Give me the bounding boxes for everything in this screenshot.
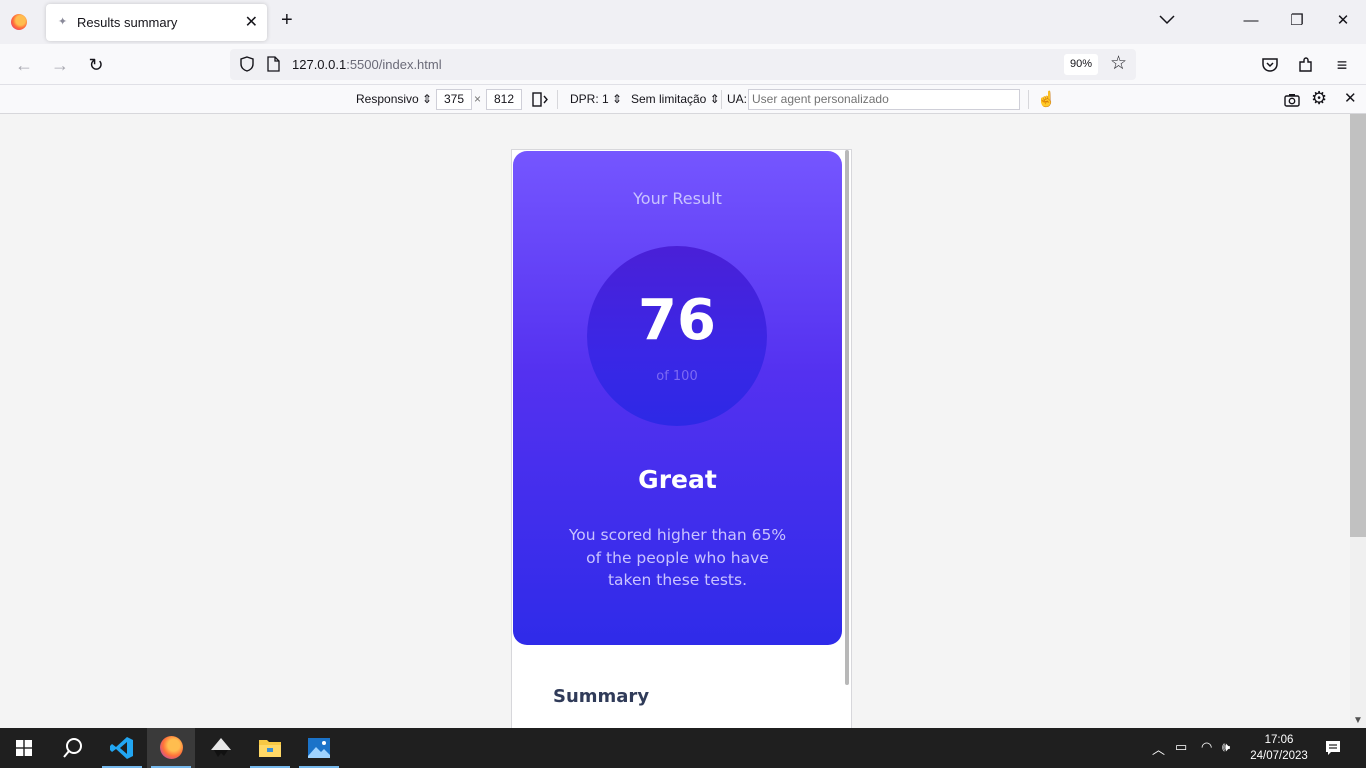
score-circle: 76 of 100 — [587, 246, 767, 426]
close-window-button[interactable]: ✕ — [1331, 9, 1355, 33]
url-bar[interactable]: 127.0.0.1:5500/index.html 90% ☆ — [230, 49, 1136, 80]
taskbar-vscode[interactable] — [98, 728, 146, 768]
result-description: You scored higher than 65% of the people… — [568, 526, 787, 589]
responsive-design-toolbar: Responsivo ⇕ 375 × 812 DPR: 1 ⇕ Sem limi… — [0, 85, 1366, 114]
dpr-selector[interactable]: DPR: 1 ⇕ — [570, 92, 622, 106]
tracking-protection-shield-icon[interactable] — [239, 56, 255, 72]
scroll-down-arrow-icon[interactable]: ▼ — [1353, 715, 1363, 726]
vscode-icon — [110, 737, 133, 759]
close-tab-icon[interactable]: ✕ — [245, 12, 258, 32]
url-text[interactable]: 127.0.0.1:5500/index.html — [292, 57, 442, 72]
extensions-puzzle-icon[interactable] — [1297, 56, 1315, 74]
tab-strip: ✦ Results summary ✕ + — ❐ ✕ — [0, 0, 1366, 44]
toolbar-divider — [1028, 90, 1029, 109]
close-responsive-mode-icon[interactable]: ✕ — [1344, 89, 1357, 107]
battery-icon[interactable]: ▭ — [1175, 739, 1187, 755]
taskbar-file-explorer[interactable] — [246, 728, 294, 768]
show-hidden-icons-chevron-icon[interactable]: ︿ — [1152, 739, 1165, 758]
settings-gear-icon[interactable]: ⚙ — [1311, 88, 1327, 109]
score-value: 76 — [638, 288, 716, 353]
minimize-window-button[interactable]: — — [1239, 9, 1263, 33]
restore-window-button[interactable]: ❐ — [1285, 9, 1309, 33]
user-agent-label: UA: — [727, 92, 748, 106]
device-selector[interactable]: Responsivo ⇕ — [356, 92, 432, 106]
rotate-viewport-icon[interactable] — [531, 91, 549, 108]
url-path: :5500/index.html — [346, 57, 442, 72]
notifications-icon[interactable] — [1325, 740, 1341, 756]
url-host: 127.0.0.1 — [292, 57, 347, 72]
search-icon — [63, 738, 82, 758]
folder-icon — [259, 740, 281, 757]
firefox-view-icon[interactable] — [11, 14, 27, 30]
device-viewport: Your Result 76 of 100 Great You scored h… — [512, 150, 851, 728]
page-info-icon[interactable] — [267, 56, 280, 72]
firefox-icon — [160, 736, 183, 759]
navigation-toolbar: ← → ↻ 127.0.0.1:5500/index.html 90% ☆ ≡ — [0, 44, 1366, 85]
bookmark-star-icon[interactable]: ☆ — [1110, 52, 1127, 75]
list-all-tabs-chevron-icon[interactable] — [1158, 10, 1176, 28]
clock-date: 24/07/2023 — [1250, 750, 1308, 762]
viewport-height-input[interactable]: 812 — [486, 89, 522, 110]
search-button[interactable] — [48, 728, 96, 768]
wifi-icon[interactable]: ◠ — [1201, 739, 1212, 755]
viewport-width-input[interactable]: 375 — [436, 89, 472, 110]
tab-title: Results summary — [77, 15, 178, 30]
inkscape-icon — [211, 738, 231, 757]
back-button[interactable]: ← — [12, 53, 36, 77]
clock[interactable]: 17:06 24/07/2023 — [1244, 732, 1314, 764]
photos-icon — [308, 738, 330, 758]
toolbar-divider — [721, 90, 722, 109]
taskbar-photos[interactable] — [295, 728, 343, 768]
new-tab-button[interactable]: + — [281, 9, 293, 32]
volume-icon[interactable]: 🕪 — [1222, 739, 1230, 755]
start-button[interactable] — [0, 728, 48, 768]
taskbar-firefox[interactable] — [147, 728, 195, 768]
taskbar-inkscape[interactable] — [197, 728, 245, 768]
device-scrollbar-thumb[interactable] — [845, 150, 849, 685]
summary-heading: Summary — [553, 686, 650, 707]
windows-taskbar: ︿ ▭ ◠ 🕪 17:06 24/07/2023 — [0, 728, 1366, 768]
dpr-selector-label: DPR: 1 — [570, 92, 609, 106]
screenshot-camera-icon[interactable] — [1283, 91, 1301, 109]
app-menu-hamburger-icon[interactable]: ≡ — [1330, 53, 1354, 77]
page-scrollbar[interactable]: ▼ — [1350, 114, 1366, 728]
tab-results-summary[interactable]: ✦ Results summary ✕ — [46, 4, 267, 41]
zoom-level-badge[interactable]: 90% — [1064, 54, 1098, 75]
dimension-separator: × — [474, 92, 482, 106]
score-total: of 100 — [656, 369, 698, 384]
page-favicon-icon: ✦ — [58, 16, 68, 28]
windows-logo-icon — [16, 740, 32, 756]
your-result-heading: Your Result — [633, 189, 722, 208]
network-throttling-selector[interactable]: Sem limitação ⇕ — [631, 92, 720, 106]
forward-button[interactable]: → — [48, 53, 72, 77]
scrollbar-thumb[interactable] — [1350, 114, 1366, 537]
touch-simulation-hand-icon[interactable]: ☝ — [1037, 90, 1056, 108]
result-grade: Great — [638, 465, 717, 494]
user-agent-input[interactable]: User agent personalizado — [748, 89, 1020, 110]
throttling-label: Sem limitação — [631, 92, 707, 106]
clock-time: 17:06 — [1264, 734, 1294, 746]
result-card: Your Result 76 of 100 Great You scored h… — [513, 151, 842, 645]
reload-button[interactable]: ↻ — [84, 53, 108, 77]
device-selector-label: Responsivo — [356, 92, 419, 106]
pocket-icon[interactable] — [1261, 56, 1279, 74]
toolbar-divider — [557, 90, 558, 109]
